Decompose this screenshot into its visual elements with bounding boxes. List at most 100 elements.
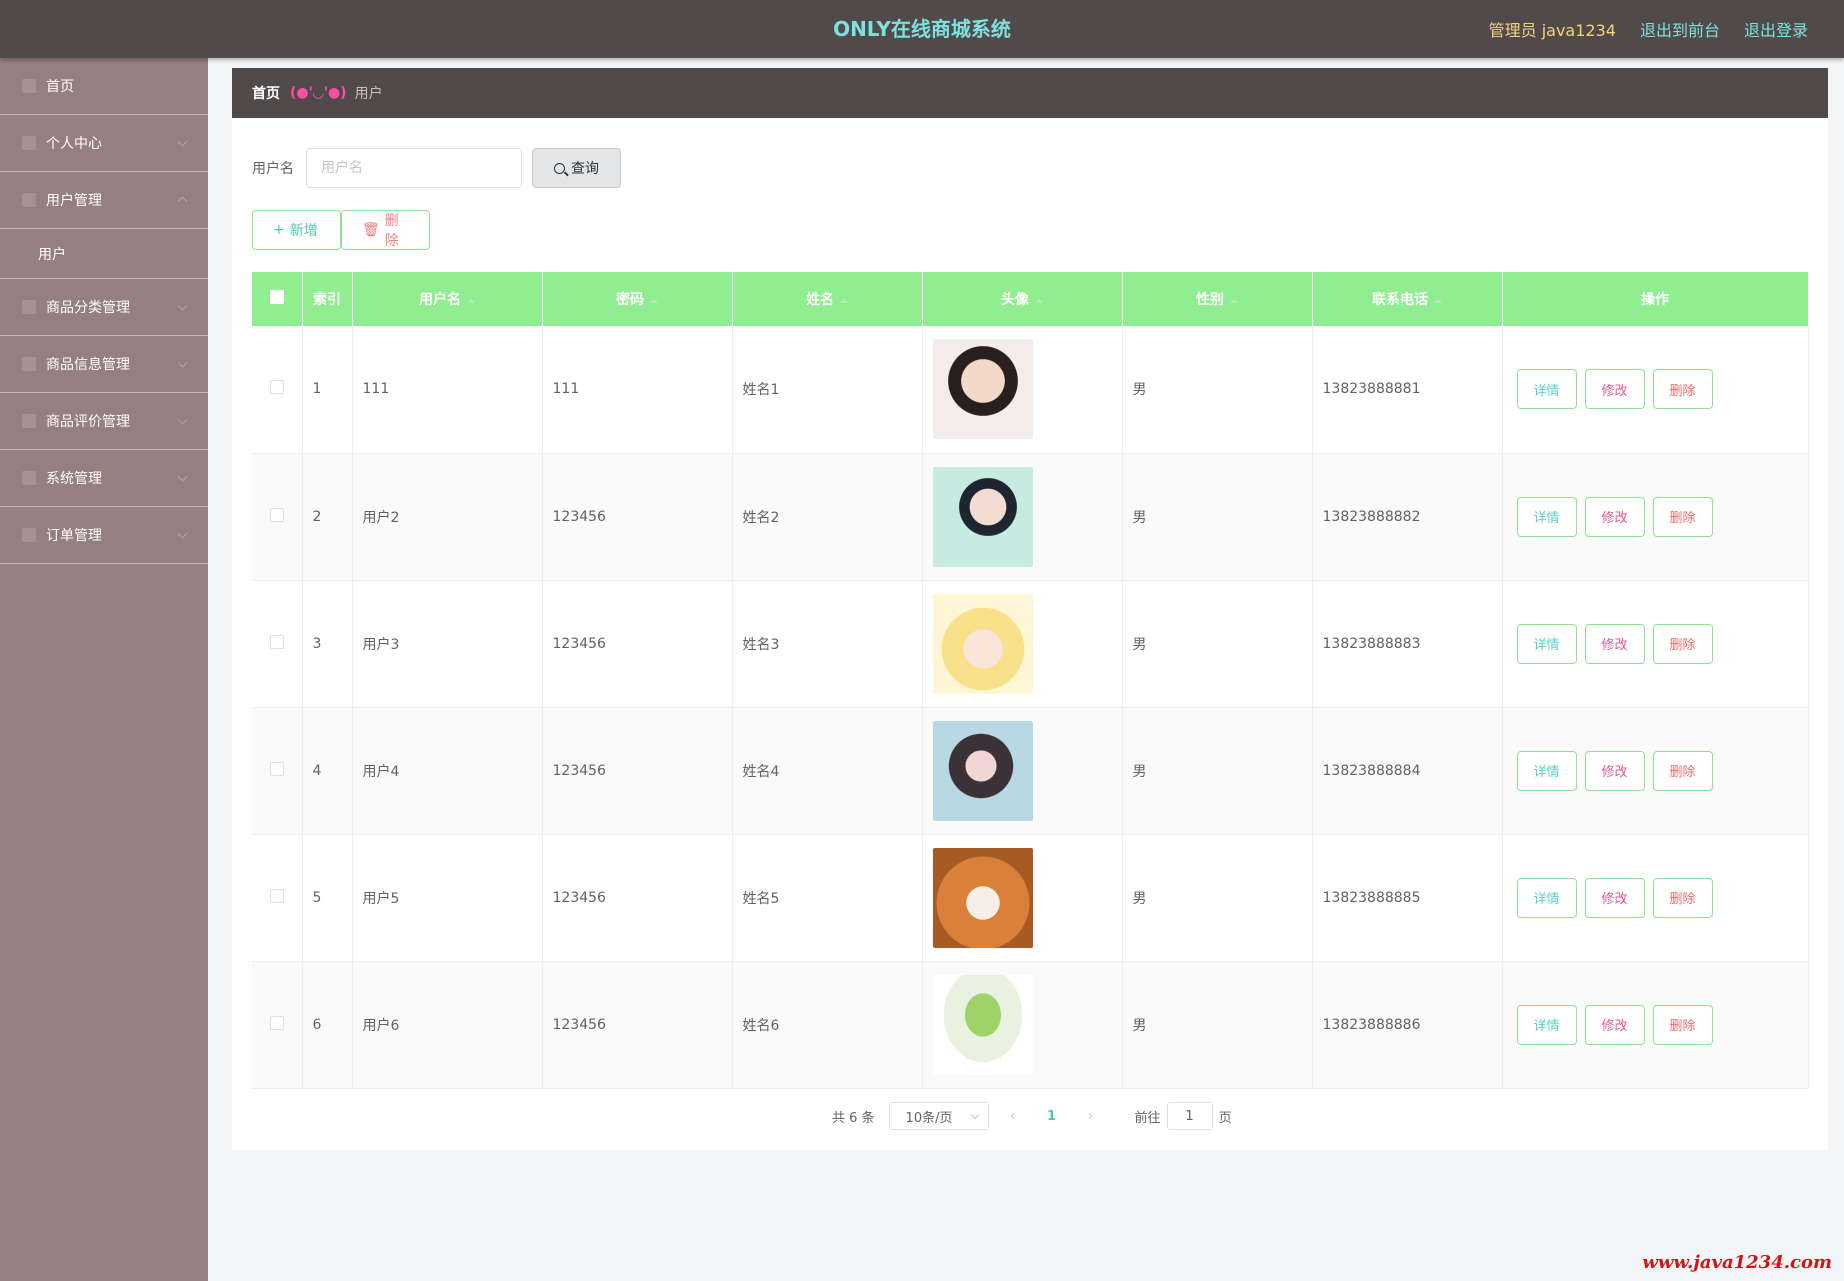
delete-button[interactable]: 删除 <box>1652 623 1713 664</box>
detail-button[interactable]: 详情 <box>1516 1004 1577 1045</box>
row-checkbox[interactable] <box>269 380 284 395</box>
sidebar-item-user-management[interactable]: 用户管理 <box>0 172 208 229</box>
search-button[interactable]: 查询 <box>532 148 621 188</box>
row-select-cell <box>252 580 303 708</box>
sidebar-item-system-management[interactable]: 系统管理 <box>0 450 208 507</box>
pagination: 共 6 条 10条/页 ‹ 1 › 前往 页 <box>832 1102 1232 1130</box>
cell-username: 用户5 <box>352 834 543 962</box>
avatar <box>932 466 1033 567</box>
edit-button[interactable]: 修改 <box>1584 877 1645 918</box>
delete-button[interactable]: 删除 <box>1652 750 1713 791</box>
plus-icon: + <box>273 222 285 238</box>
column-header-gender[interactable]: 性别 <box>1122 272 1313 326</box>
edit-button[interactable]: 修改 <box>1584 369 1645 410</box>
chevron-down-icon <box>177 528 188 539</box>
column-header-password[interactable]: 密码 <box>542 272 733 326</box>
top-bar: ONLY在线商城系统 管理员 java1234 退出到前台 退出登录 <box>0 0 1844 58</box>
row-select-cell <box>252 961 303 1089</box>
exit-to-front-link[interactable]: 退出到前台 <box>1640 17 1720 41</box>
cell-gender: 男 <box>1122 834 1313 962</box>
row-checkbox[interactable] <box>269 761 284 776</box>
goto-page-input[interactable] <box>1166 1102 1213 1130</box>
edit-button[interactable]: 修改 <box>1584 1004 1645 1045</box>
cell-gender: 男 <box>1122 580 1313 708</box>
cell-password: 111 <box>542 326 733 454</box>
edit-button[interactable]: 修改 <box>1584 623 1645 664</box>
prev-page-button[interactable]: ‹ <box>995 1109 1031 1124</box>
column-header-username[interactable]: 用户名 <box>352 272 543 326</box>
column-header-name[interactable]: 姓名 <box>732 272 923 326</box>
breadcrumb-home[interactable]: 首页 <box>252 83 280 103</box>
page-number-button[interactable]: 1 <box>1037 1109 1067 1124</box>
category-icon <box>22 300 36 314</box>
row-checkbox[interactable] <box>269 634 284 649</box>
detail-button[interactable]: 详情 <box>1516 496 1577 537</box>
row-checkbox[interactable] <box>269 888 284 903</box>
sidebar-item-home[interactable]: 首页 <box>0 58 208 115</box>
sidebar-subitem-user[interactable]: 用户 <box>0 229 208 279</box>
row-checkbox[interactable] <box>269 1015 284 1030</box>
cell-phone: 13823888881 <box>1312 326 1503 454</box>
column-header-avatar[interactable]: 头像 <box>922 272 1123 326</box>
cell-username: 用户3 <box>352 580 543 708</box>
next-page-button[interactable]: › <box>1073 1109 1109 1124</box>
sort-icon[interactable] <box>840 297 848 303</box>
chevron-down-icon <box>970 1110 979 1120</box>
cell-password: 123456 <box>542 707 733 835</box>
cell-password: 123456 <box>542 580 733 708</box>
batch-delete-button[interactable]: 🗑 删除 <box>341 210 430 250</box>
page-size-select[interactable]: 10条/页 <box>888 1102 989 1130</box>
sidebar: 首页 个人中心 用户管理 用户 商品分类管理 商品信息管理 商品评价管理 系统管… <box>0 58 208 1281</box>
sort-icon[interactable] <box>1434 297 1442 303</box>
user-table: 索引 用户名 密码 姓名 头像 性别 联系电话 操作 1 111 111 姓名1… <box>252 272 1809 1089</box>
delete-button[interactable]: 删除 <box>1652 877 1713 918</box>
sidebar-item-category-management[interactable]: 商品分类管理 <box>0 279 208 336</box>
sidebar-item-personal-center[interactable]: 个人中心 <box>0 115 208 172</box>
select-all-header[interactable] <box>252 272 303 326</box>
cell-avatar <box>922 580 1123 708</box>
sidebar-item-review-management[interactable]: 商品评价管理 <box>0 393 208 450</box>
sort-icon[interactable] <box>1035 297 1043 303</box>
cell-avatar <box>922 326 1123 454</box>
goods-icon <box>22 357 36 371</box>
cell-password: 123456 <box>542 834 733 962</box>
add-button[interactable]: + 新增 <box>252 210 341 250</box>
sidebar-item-label: 个人中心 <box>46 136 102 152</box>
cell-name: 姓名4 <box>732 707 923 835</box>
cell-phone: 13823888883 <box>1312 580 1503 708</box>
user-icon <box>22 136 36 150</box>
sort-icon[interactable] <box>467 297 475 303</box>
select-all-checkbox[interactable] <box>269 290 284 304</box>
avatar <box>932 974 1033 1075</box>
sidebar-item-goods-management[interactable]: 商品信息管理 <box>0 336 208 393</box>
detail-button[interactable]: 详情 <box>1516 369 1577 410</box>
detail-button[interactable]: 详情 <box>1516 623 1577 664</box>
breadcrumb-separator-face: (●'◡'●) <box>290 85 347 101</box>
username-search-input[interactable] <box>306 148 522 188</box>
column-header-phone[interactable]: 联系电话 <box>1312 272 1503 326</box>
detail-button[interactable]: 详情 <box>1516 877 1577 918</box>
delete-button[interactable]: 删除 <box>1652 496 1713 537</box>
edit-button[interactable]: 修改 <box>1584 496 1645 537</box>
goto-unit: 页 <box>1218 1110 1232 1126</box>
delete-button[interactable]: 删除 <box>1652 1004 1713 1045</box>
action-row: + 新增 🗑 删除 <box>252 210 430 250</box>
sidebar-item-order-management[interactable]: 订单管理 <box>0 507 208 564</box>
detail-button[interactable]: 详情 <box>1516 750 1577 791</box>
search-button-label: 查询 <box>571 161 599 177</box>
avatar <box>932 593 1033 694</box>
sort-icon[interactable] <box>1230 297 1238 303</box>
row-checkbox[interactable] <box>269 507 284 522</box>
chevron-up-icon <box>177 196 188 207</box>
cell-actions: 详情 修改 删除 <box>1502 834 1809 962</box>
sort-icon[interactable] <box>650 297 658 303</box>
page-size-value: 10条/页 <box>905 1110 953 1126</box>
delete-button[interactable]: 删除 <box>1652 369 1713 410</box>
search-label: 用户名 <box>252 161 294 177</box>
logout-link[interactable]: 退出登录 <box>1744 17 1808 41</box>
chevron-down-icon <box>177 300 188 311</box>
row-select-cell <box>252 834 303 962</box>
cell-actions: 详情 修改 删除 <box>1502 707 1809 835</box>
edit-button[interactable]: 修改 <box>1584 750 1645 791</box>
cell-index: 3 <box>302 580 353 708</box>
